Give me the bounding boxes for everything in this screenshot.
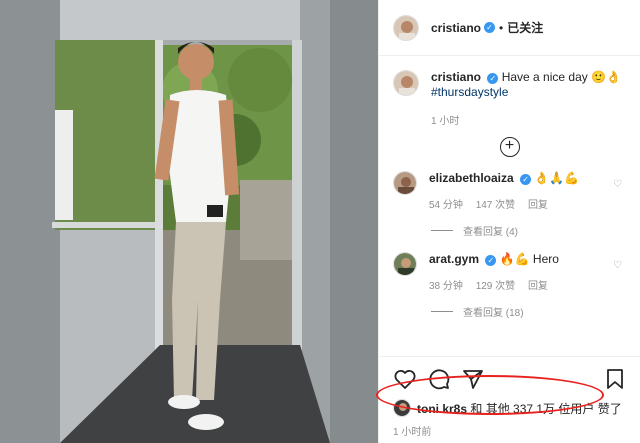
comment-likes[interactable]: 147 次赞 [476, 200, 515, 211]
comment-time: 38 分钟 [429, 281, 463, 292]
instagram-post: cristiano ✓ • 已关注 cristiano ✓ Have a nic… [0, 0, 640, 443]
comment-item: elizabethloaiza ✓ 👌🙏💪 54 分钟 147 次赞 回复 ♡ [393, 171, 626, 211]
liker-avatar [393, 399, 411, 417]
action-icons [393, 365, 627, 393]
view-replies-label[interactable]: 查看回复 (18) [463, 304, 524, 319]
replies-divider [431, 230, 453, 231]
comment-text: elizabethloaiza ✓ 👌🙏💪 [429, 171, 609, 186]
post-photo[interactable] [0, 0, 378, 443]
verified-badge-icon: ✓ [484, 22, 496, 33]
heart-icon[interactable] [393, 367, 417, 391]
view-replies[interactable]: 查看回复 (4) [431, 223, 626, 238]
view-replies-label[interactable]: 查看回复 (4) [463, 223, 518, 238]
comment-content: 👌🙏💪 [534, 171, 580, 185]
comment-time: 54 分钟 [429, 200, 463, 211]
caption-avatar[interactable] [393, 70, 419, 96]
caption-text: Have a nice day 🙂👌 [501, 70, 621, 84]
bookmark-icon[interactable] [603, 367, 627, 391]
commenter-avatar[interactable] [393, 171, 417, 195]
liker-username[interactable]: toni.kr8s [417, 402, 467, 416]
comment-meta: 54 分钟 147 次赞 回复 [429, 196, 609, 211]
hashtag-link[interactable]: #thursdaystyle [431, 85, 508, 99]
post-side-panel: cristiano ✓ • 已关注 cristiano ✓ Have a nic… [378, 0, 640, 443]
posted-time: 1 小时前 [393, 427, 432, 438]
comment-heart-icon[interactable]: ♡ [613, 179, 622, 190]
comment-meta: 38 分钟 129 次赞 回复 [429, 277, 609, 292]
comment-heart-icon[interactable]: ♡ [613, 260, 622, 271]
comments-section: cristiano ✓ Have a nice day 🙂👌 #thursday… [379, 56, 640, 319]
following-button[interactable]: 已关注 [507, 19, 543, 36]
post-header: cristiano ✓ • 已关注 [379, 0, 640, 56]
separator-dot: • [499, 20, 504, 35]
comment-item: arat.gym ✓ 🔥💪 Hero 38 分钟 129 次赞 回复 ♡ [393, 252, 626, 292]
share-icon[interactable] [461, 367, 485, 391]
comment-body: elizabethloaiza ✓ 👌🙏💪 54 分钟 147 次赞 回复 [429, 171, 609, 211]
likes-summary[interactable]: toni.kr8s 和 其他 337.1万 位用户 赞了 [393, 399, 627, 417]
post-actions: toni.kr8s 和 其他 337.1万 位用户 赞了 1 小时前 [379, 356, 640, 438]
comment-body: arat.gym ✓ 🔥💪 Hero 38 分钟 129 次赞 回复 [429, 252, 609, 292]
verified-badge-icon: ✓ [520, 174, 532, 185]
view-replies[interactable]: 查看回复 (18) [431, 304, 626, 319]
elevator-photo-image [0, 0, 378, 443]
verified-badge-icon: ✓ [487, 73, 499, 84]
commenter-username[interactable]: arat.gym [429, 252, 479, 266]
comment-content: 🔥💪 Hero [499, 252, 559, 266]
author-avatar[interactable] [393, 14, 419, 41]
reply-button[interactable]: 回复 [528, 281, 548, 292]
author-username[interactable]: cristiano [431, 21, 481, 35]
verified-badge-icon: ✓ [485, 255, 497, 266]
reply-button[interactable]: 回复 [528, 200, 548, 211]
load-more-comments: + [393, 137, 626, 157]
caption: cristiano ✓ Have a nice day 🙂👌 #thursday… [393, 70, 626, 100]
caption-body: cristiano ✓ Have a nice day 🙂👌 #thursday… [431, 70, 621, 100]
commenter-username[interactable]: elizabethloaiza [429, 171, 514, 185]
commenter-avatar[interactable] [393, 252, 417, 276]
comment-icon[interactable] [427, 367, 451, 391]
comment-likes[interactable]: 129 次赞 [476, 281, 515, 292]
comment-text: arat.gym ✓ 🔥💪 Hero [429, 252, 609, 267]
caption-username[interactable]: cristiano [431, 70, 481, 84]
replies-divider [431, 311, 453, 312]
load-more-comments-button[interactable]: + [499, 137, 520, 157]
caption-time: 1 小时 [431, 116, 460, 127]
likes-count-text[interactable]: 和 其他 337.1万 位用户 赞了 [470, 402, 621, 416]
likes-text: toni.kr8s 和 其他 337.1万 位用户 赞了 [417, 400, 622, 417]
